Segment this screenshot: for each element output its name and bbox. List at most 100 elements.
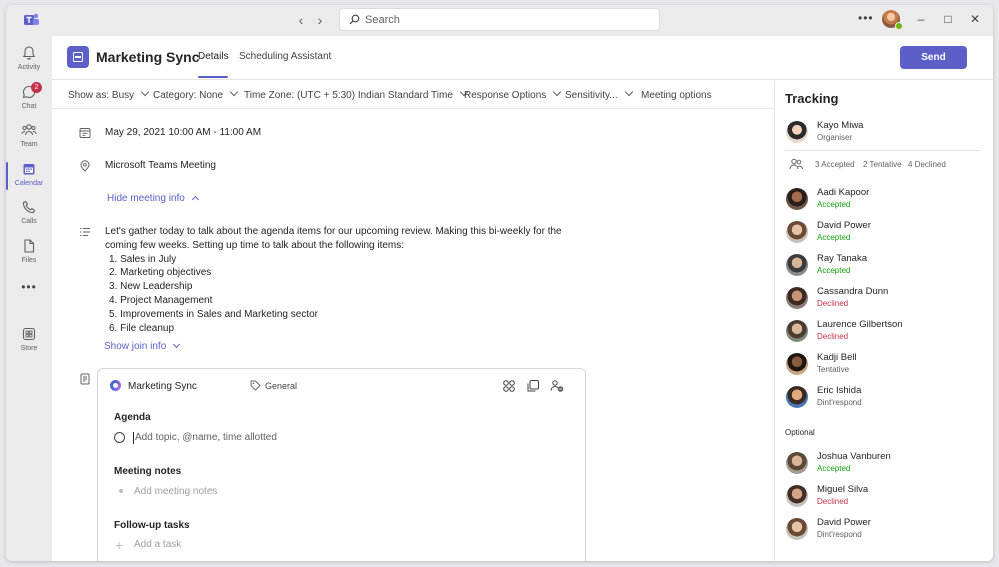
attendee-status: Declined <box>817 332 849 341</box>
rail-item-team[interactable]: Team <box>6 119 52 157</box>
attendee-name: Eric Ishida <box>817 385 862 396</box>
title-bar: ‹ › Search ••• – □ ✕ <box>6 5 993 36</box>
attendee-name: Ray Tanaka <box>817 253 867 264</box>
rail-label: Files <box>21 257 37 264</box>
attendee-row[interactable]: Eric Ishida Dint'respond <box>786 384 986 412</box>
calendar-icon <box>79 128 91 138</box>
accepted-count: 3 Accepted <box>815 160 855 169</box>
attendee-status: Accepted <box>817 200 851 209</box>
response-options-label: Response Options <box>464 90 547 101</box>
agenda-radio-icon[interactable] <box>114 432 125 443</box>
loop-card-title[interactable]: Marketing Sync <box>128 381 197 392</box>
rail-label: Activity <box>17 64 41 71</box>
minimize-icon[interactable]: – <box>914 12 928 26</box>
time-zone-dropdown[interactable]: Time Zone: (UTC + 5:30) Indian Standard … <box>244 87 469 101</box>
sensitivity-dropdown[interactable]: Sensitivity... <box>565 87 633 101</box>
rail-item-calls[interactable]: Calls <box>6 196 52 234</box>
tab-details[interactable]: Details <box>198 51 229 62</box>
search-input[interactable]: Search <box>339 8 660 31</box>
chevron-down-icon <box>173 340 181 349</box>
attendee-row[interactable]: David Power Dint'respond <box>786 516 986 544</box>
attendee-row[interactable]: David Power Accepted <box>786 219 986 247</box>
attendee-row[interactable]: Miguel Silva Declined <box>786 483 986 511</box>
avatar <box>786 221 808 243</box>
meeting-description[interactable]: Let's gather today to talk about the age… <box>105 225 565 335</box>
agenda-heading: Agenda <box>114 412 151 423</box>
avatar <box>786 254 808 276</box>
tab-scheduling-assistant[interactable]: Scheduling Assistant <box>239 51 331 62</box>
declined-count: 4 Declined <box>908 160 946 169</box>
bullet-icon <box>119 489 123 493</box>
show-as-dropdown[interactable]: Show as: Busy <box>68 87 150 101</box>
meeting-notes-input[interactable]: Add meeting notes <box>134 486 217 497</box>
channel-tag[interactable]: General <box>265 381 297 391</box>
agenda-input[interactable]: Add topic, @name, time allotted <box>135 432 277 443</box>
organiser-row[interactable]: Kayo Miwa Organiser <box>786 119 986 147</box>
attendees-icon <box>789 158 803 170</box>
meeting-calendar-icon <box>67 46 89 68</box>
chevron-down-icon <box>553 87 562 97</box>
back-arrow-icon[interactable]: ‹ <box>292 11 310 29</box>
list-item: 5. Improvements in Sales and Marketing s… <box>109 308 318 320</box>
category-dropdown[interactable]: Category: None <box>153 87 239 101</box>
meeting-options-link[interactable]: Meeting options <box>641 90 712 101</box>
attendee-row[interactable]: Aadi Kapoor Accepted <box>786 186 986 214</box>
chevron-down-icon <box>229 87 239 97</box>
avatar <box>786 452 808 474</box>
attendee-name: Kadji Bell <box>817 352 857 363</box>
unread-badge: 2 <box>31 82 42 93</box>
shared-people-icon[interactable] <box>550 379 564 393</box>
meeting-notes-heading: Meeting notes <box>114 466 182 477</box>
bell-icon <box>22 46 36 60</box>
more-apps-icon: ••• <box>21 280 37 294</box>
add-icon[interactable]: + <box>115 538 123 552</box>
tracking-heading: Tracking <box>785 91 839 106</box>
rail-item-files[interactable]: Files <box>6 235 52 273</box>
attendee-row[interactable]: Kadji Bell Tentative <box>786 351 986 379</box>
show-join-info-link[interactable]: Show join info <box>104 340 181 352</box>
app-rail: Activity 2 Chat Team Calendar Calls File… <box>6 36 52 561</box>
rail-item-store[interactable]: Store <box>6 323 52 361</box>
attendee-row[interactable]: Laurence Gilbertson Declined <box>786 318 986 346</box>
avatar <box>786 121 808 143</box>
rail-label: Calls <box>21 218 37 225</box>
active-tab-indicator <box>198 76 228 78</box>
avatar <box>786 485 808 507</box>
attendee-row[interactable]: Ray Tanaka Accepted <box>786 252 986 280</box>
add-task-input[interactable]: Add a task <box>134 539 181 550</box>
rail-item-chat[interactable]: 2 Chat <box>6 81 52 119</box>
forward-arrow-icon[interactable]: › <box>311 11 329 29</box>
location-icon <box>80 160 90 172</box>
avatar <box>786 320 808 342</box>
divider <box>785 150 981 151</box>
rail-label: Store <box>20 345 38 352</box>
attendee-name: Laurence Gilbertson <box>817 319 903 330</box>
meeting-location[interactable]: Microsoft Teams Meeting <box>105 160 216 171</box>
loop-components-icon[interactable] <box>502 379 516 393</box>
rail-more-apps[interactable]: ••• <box>6 276 52 314</box>
meeting-options-bar: Show as: Busy Category: None Time Zone: … <box>52 81 774 109</box>
loop-logo-icon <box>110 380 121 391</box>
rail-item-activity[interactable]: Activity <box>6 42 52 80</box>
copy-component-icon[interactable] <box>526 379 540 393</box>
attendee-name: Aadi Kapoor <box>817 187 870 198</box>
rail-item-calendar[interactable]: Calendar <box>6 158 52 196</box>
more-options-icon[interactable]: ••• <box>858 11 874 25</box>
notes-icon <box>80 373 90 385</box>
attendee-row[interactable]: Cassandra Dunn Declined <box>786 285 986 313</box>
meeting-header: Marketing Sync Details Scheduling Assist… <box>52 36 993 80</box>
list-item: 2. Marketing objectives <box>109 267 212 279</box>
list-item: 3. New Leadership <box>109 281 193 293</box>
send-button[interactable]: Send <box>900 46 967 69</box>
meeting-datetime[interactable]: May 29, 2021 10:00 AM - 11:00 AM <box>105 127 261 138</box>
chevron-up-icon <box>191 195 199 204</box>
maximize-icon[interactable]: □ <box>941 12 955 26</box>
attendee-name: David Power <box>817 517 871 528</box>
close-icon[interactable]: ✕ <box>968 12 982 26</box>
attendee-name: Cassandra Dunn <box>817 286 889 297</box>
attendee-status: Accepted <box>817 233 851 242</box>
attendee-row[interactable]: Joshua Vanburen Accepted <box>786 450 986 478</box>
team-icon <box>21 124 37 136</box>
response-options-dropdown[interactable]: Response Options <box>464 87 562 101</box>
hide-meeting-info-link[interactable]: Hide meeting info <box>107 193 199 204</box>
